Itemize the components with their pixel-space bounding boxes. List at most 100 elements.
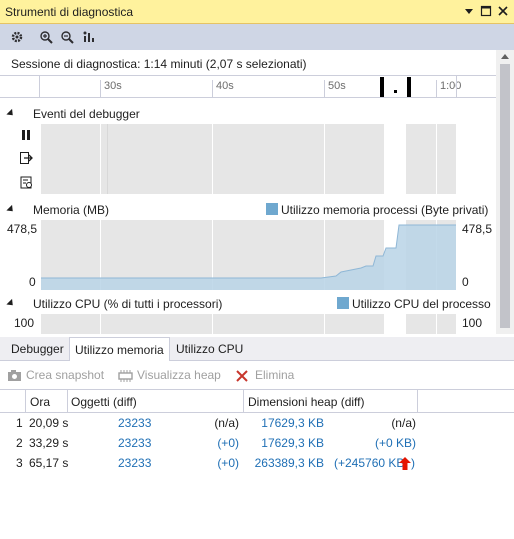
timeline-ruler[interactable]: 30s 40s 50s 1:00 xyxy=(0,76,496,98)
delete-label: Elimina xyxy=(255,368,295,382)
ruler-gutter xyxy=(0,76,40,98)
window-title-bar: Strumenti di diagnostica xyxy=(0,0,514,24)
objects-diff[interactable]: (+0) xyxy=(217,436,239,450)
collapse-icon[interactable] xyxy=(6,204,16,215)
column-header-objects[interactable]: Oggetti (diff) xyxy=(71,395,137,409)
increase-arrow-icon xyxy=(399,457,411,470)
camera-icon xyxy=(8,370,21,381)
selection-band xyxy=(384,124,406,194)
column-divider[interactable] xyxy=(243,390,244,412)
gridline xyxy=(100,314,101,334)
row-index: 1 xyxy=(16,416,23,430)
column-header-time[interactable]: Ora xyxy=(30,395,50,409)
memory-label: Memoria (MB) xyxy=(33,203,110,217)
delete-icon xyxy=(236,370,248,382)
tab-memory-usage[interactable]: Utilizzo memoria xyxy=(69,337,170,361)
dropdown-arrow-icon[interactable] xyxy=(462,4,476,18)
cpu-axis-right: 100 xyxy=(457,314,496,334)
cpu-axis-max: 100 xyxy=(14,316,35,330)
exception-log-icon[interactable] xyxy=(19,175,33,189)
diagnostic-toolbar xyxy=(0,24,514,50)
memory-axis-right: 478,5 0 xyxy=(457,220,496,290)
row-index: 3 xyxy=(16,456,23,470)
view-heap-button[interactable]: Visualizza heap xyxy=(118,367,222,385)
debugger-events-header[interactable]: Eventi del debugger xyxy=(0,102,496,124)
gridline xyxy=(324,124,325,194)
column-divider[interactable] xyxy=(67,390,68,412)
row-time: 20,09 s xyxy=(29,416,69,430)
table-row[interactable]: 2 33,29 s 23233 (+0) 17629,3 KB (+0 KB) xyxy=(0,433,514,453)
tab-cpu-usage[interactable]: Utilizzo CPU xyxy=(171,337,248,361)
debugger-events-lane[interactable] xyxy=(41,124,456,194)
cpu-legend-label: Utilizzo CPU del processo xyxy=(352,297,491,311)
table-row[interactable]: 1 20,09 s 23233 (n/a) 17629,3 KB (n/a) xyxy=(0,413,514,433)
snapshot-marker[interactable] xyxy=(380,77,384,97)
maximize-icon[interactable] xyxy=(479,4,493,18)
cpu-header[interactable]: Utilizzo CPU (% di tutti i processori) U… xyxy=(0,292,496,314)
objects-link[interactable]: 23233 xyxy=(118,436,151,450)
scroll-up-icon[interactable] xyxy=(501,54,509,59)
memory-usage-area xyxy=(41,224,456,290)
view-heap-label: Visualizza heap xyxy=(137,368,221,382)
window-title: Strumenti di diagnostica xyxy=(5,5,134,19)
ruler-end-divider xyxy=(456,76,457,98)
heap-size-link[interactable]: 263389,3 KB xyxy=(255,456,324,470)
create-snapshot-button[interactable]: Crea snapshot xyxy=(7,367,107,385)
memory-legend-label: Utilizzo memoria processi (Byte privati) xyxy=(281,203,489,217)
lane-divider xyxy=(107,124,108,194)
column-divider xyxy=(25,390,26,412)
step-into-icon[interactable] xyxy=(19,151,33,165)
debugger-events-label: Eventi del debugger xyxy=(33,107,140,121)
snapshot-marker[interactable] xyxy=(407,77,411,97)
scrollbar-thumb[interactable] xyxy=(500,64,510,328)
objects-link[interactable]: 23233 xyxy=(118,416,151,430)
heap-size-link[interactable]: 17629,3 KB xyxy=(261,436,324,450)
cpu-legend-swatch xyxy=(337,297,349,309)
tab-debugger[interactable]: Debugger xyxy=(6,337,69,361)
reset-zoom-icon[interactable] xyxy=(81,29,97,45)
memory-graph[interactable] xyxy=(41,220,456,290)
table-row[interactable]: 3 65,17 s 23233 (+0) 263389,3 KB (+24576… xyxy=(0,453,514,473)
objects-diff[interactable]: (+0) xyxy=(217,456,239,470)
selection-band xyxy=(384,314,406,334)
vertical-scrollbar[interactable] xyxy=(496,50,514,381)
memory-axis-left: 478,5 0 xyxy=(0,220,40,290)
close-icon[interactable] xyxy=(496,4,510,18)
column-divider[interactable] xyxy=(417,390,418,412)
gridline xyxy=(212,124,213,194)
collapse-icon[interactable] xyxy=(6,298,16,309)
zoom-out-icon[interactable] xyxy=(59,29,75,45)
objects-diff: (n/a) xyxy=(214,416,239,430)
heap-diff[interactable]: (+0 KB) xyxy=(375,436,416,450)
objects-link[interactable]: 23233 xyxy=(118,456,151,470)
selection-range[interactable] xyxy=(385,79,407,95)
memory-header[interactable]: Memoria (MB) Utilizzo memoria processi (… xyxy=(0,198,496,220)
cpu-label: Utilizzo CPU (% di tutti i processori) xyxy=(33,297,223,311)
column-header-heap[interactable]: Dimensioni heap (diff) xyxy=(248,395,365,409)
gridline xyxy=(324,314,325,334)
ruler-tick: 30s xyxy=(100,80,122,98)
pause-icon[interactable] xyxy=(19,128,33,142)
cpu-graph[interactable] xyxy=(41,314,456,334)
memory-axis-min-right: 0 xyxy=(462,275,469,289)
debugger-events-gutter xyxy=(0,124,40,194)
gear-icon[interactable] xyxy=(9,29,25,45)
tab-strip: Debugger Utilizzo memoria Utilizzo CPU xyxy=(0,337,514,361)
snapshot-grid-header: Ora Oggetti (diff) Dimensioni heap (diff… xyxy=(0,389,514,413)
row-index: 2 xyxy=(16,436,23,450)
create-snapshot-label: Crea snapshot xyxy=(26,368,105,382)
heap-diff[interactable]: (+245760 KB xyxy=(334,456,404,470)
memory-axis-max-right: 478,5 xyxy=(462,222,493,236)
memory-legend-swatch xyxy=(266,203,278,215)
selection-dot xyxy=(394,90,397,93)
ruler-tick: 40s xyxy=(212,80,234,98)
collapse-icon[interactable] xyxy=(6,108,16,119)
heap-size-link[interactable]: 17629,3 KB xyxy=(261,416,324,430)
gridline xyxy=(436,124,437,194)
heap-diff-close: ) xyxy=(411,456,415,470)
memory-axis-max: 478,5 xyxy=(7,222,38,236)
session-summary: Sessione di diagnostica: 1:14 minuti (2,… xyxy=(0,50,496,76)
delete-button[interactable]: Elimina xyxy=(235,367,299,385)
zoom-in-icon[interactable] xyxy=(38,29,54,45)
heap-diff: (n/a) xyxy=(391,416,416,430)
